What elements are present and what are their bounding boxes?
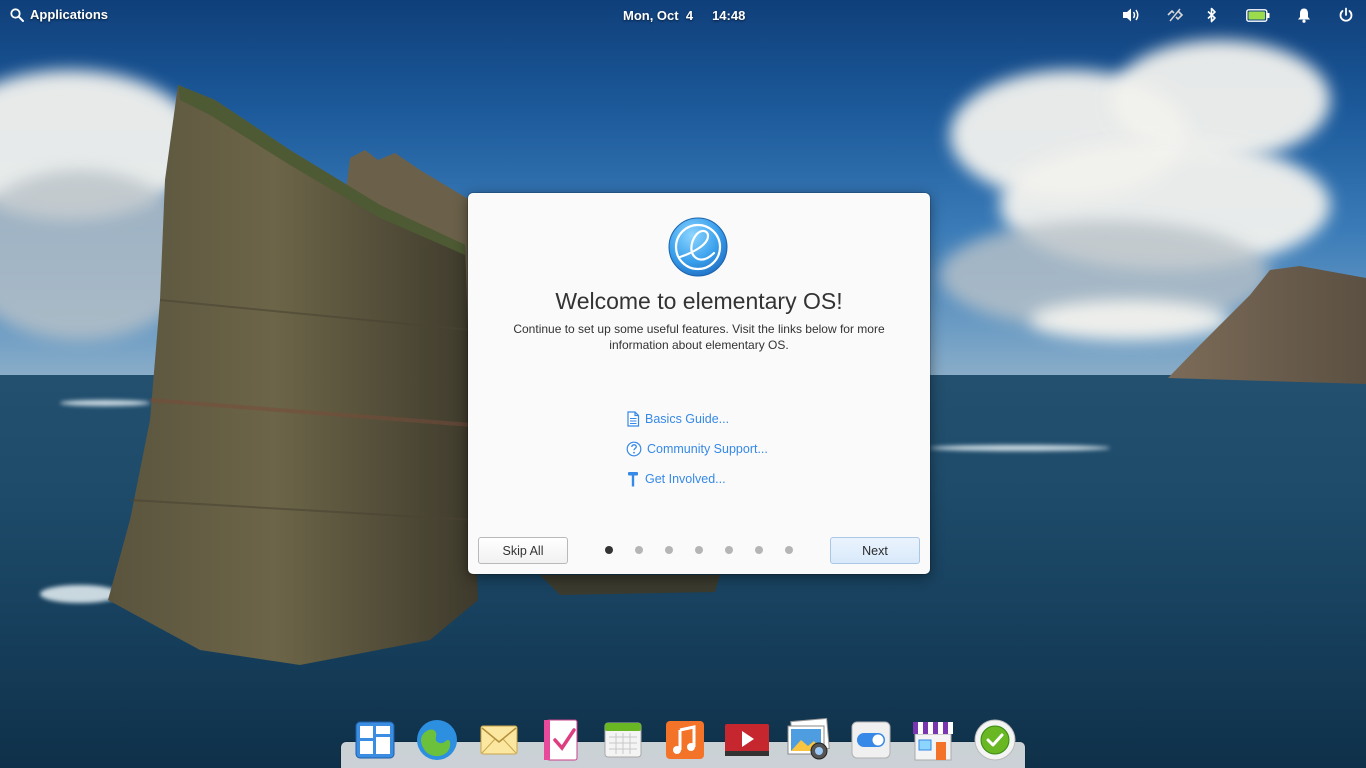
- web-browser-icon[interactable]: [413, 716, 461, 764]
- bluetooth-icon[interactable]: [1205, 6, 1219, 24]
- help-links: Basics Guide... Community Support... Get…: [626, 404, 768, 494]
- page-dot-7[interactable]: [785, 546, 793, 554]
- tasks-icon[interactable]: [537, 716, 585, 764]
- volume-icon[interactable]: [1121, 6, 1141, 24]
- search-icon: [10, 7, 24, 22]
- welcome-dialog: Welcome to elementary OS! Continue to se…: [468, 193, 930, 574]
- dock-icons: [351, 716, 1019, 764]
- onboarding-icon[interactable]: [971, 716, 1019, 764]
- skip-all-button[interactable]: Skip All: [478, 537, 568, 564]
- basics-guide-label: Basics Guide...: [645, 412, 730, 426]
- hammer-icon: [628, 472, 638, 487]
- document-icon: [627, 411, 640, 427]
- page-dot-1[interactable]: [605, 546, 613, 554]
- applications-menu-button[interactable]: Applications: [10, 7, 108, 22]
- calendar-icon[interactable]: [599, 716, 647, 764]
- top-panel: Applications Mon, Oct 4 14:48: [0, 0, 1366, 30]
- applications-label: Applications: [30, 7, 109, 22]
- network-icon[interactable]: [1165, 6, 1185, 24]
- photos-icon[interactable]: [785, 716, 833, 764]
- dialog-description: Continue to set up some useful features.…: [513, 322, 885, 352]
- battery-icon[interactable]: [1246, 6, 1270, 24]
- time-label: 14:48: [712, 8, 746, 23]
- page-dot-2[interactable]: [635, 546, 643, 554]
- dialog-title: Welcome to elementary OS!: [555, 288, 843, 314]
- page-dot-5[interactable]: [725, 546, 733, 554]
- page-indicator: [605, 546, 793, 554]
- community-support-link[interactable]: Community Support...: [626, 434, 768, 464]
- power-icon[interactable]: [1338, 6, 1354, 24]
- get-involved-link[interactable]: Get Involved...: [626, 464, 768, 494]
- datetime-indicator[interactable]: Mon, Oct 4 14:48: [623, 8, 745, 23]
- next-button[interactable]: Next: [830, 537, 920, 564]
- page-dot-4[interactable]: [695, 546, 703, 554]
- date-label: Mon, Oct 4: [623, 8, 694, 23]
- help-icon: [626, 441, 642, 457]
- multitasking-view-icon[interactable]: [351, 716, 399, 764]
- elementary-logo-icon: [668, 217, 728, 277]
- videos-icon[interactable]: [723, 716, 771, 764]
- basics-guide-link[interactable]: Basics Guide...: [626, 404, 768, 434]
- music-icon[interactable]: [661, 716, 709, 764]
- system-indicators: [1121, 6, 1354, 24]
- notifications-icon[interactable]: [1296, 6, 1312, 24]
- page-dot-6[interactable]: [755, 546, 763, 554]
- get-involved-label: Get Involved...: [645, 472, 726, 486]
- appcenter-icon[interactable]: [909, 716, 957, 764]
- page-dot-3[interactable]: [665, 546, 673, 554]
- mail-icon[interactable]: [475, 716, 523, 764]
- system-settings-icon[interactable]: [847, 716, 895, 764]
- community-support-label: Community Support...: [647, 442, 768, 456]
